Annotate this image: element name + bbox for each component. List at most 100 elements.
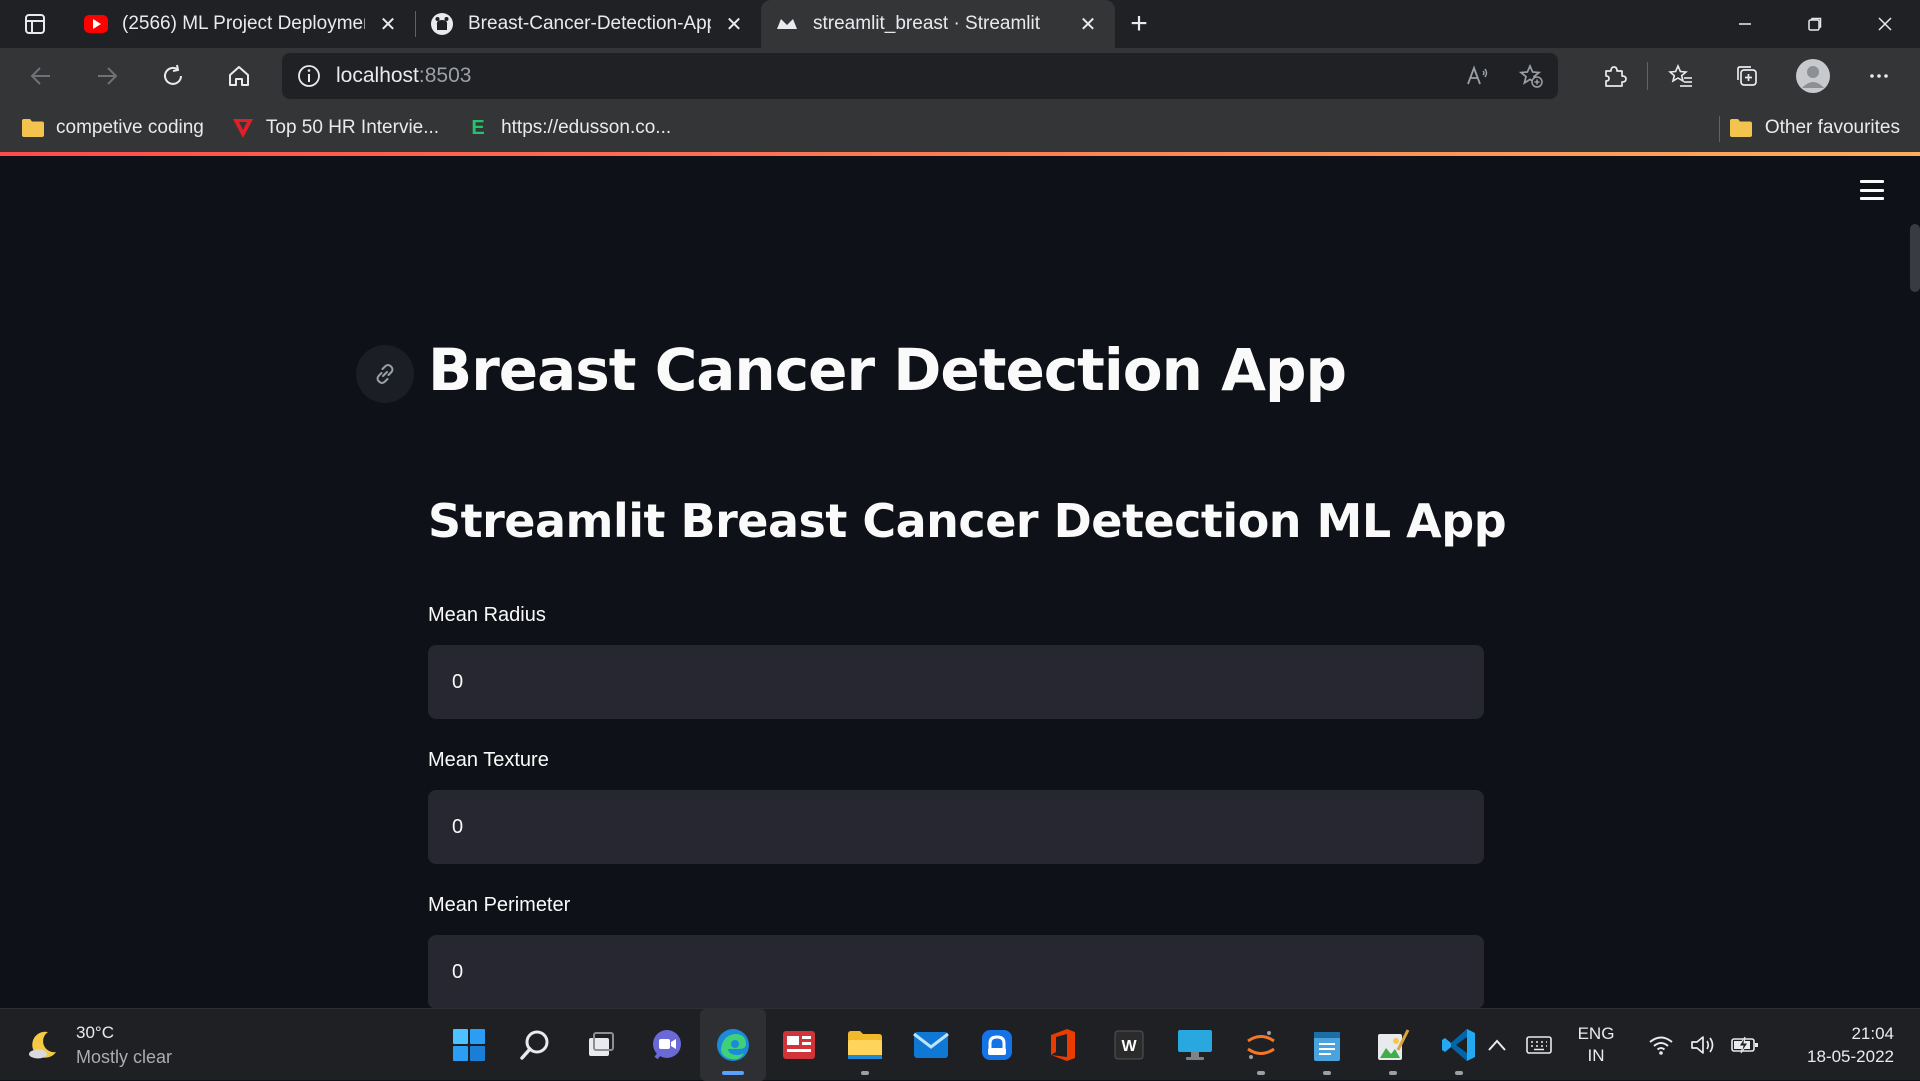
streamlit-icon xyxy=(775,12,799,36)
show-hidden-icons-button[interactable] xyxy=(1476,1009,1518,1081)
home-button[interactable] xyxy=(206,48,272,104)
scrollbar-thumb[interactable] xyxy=(1910,224,1920,292)
mean-radius-label: Mean Radius xyxy=(428,604,546,626)
running-indicator xyxy=(1323,1071,1331,1075)
refresh-button[interactable] xyxy=(140,48,206,104)
close-icon[interactable]: ✕ xyxy=(375,11,401,37)
mail-icon xyxy=(913,1032,949,1058)
clock-time: 21:04 xyxy=(1851,1024,1894,1043)
bookmark-edusson[interactable]: E https://edusson.co... xyxy=(465,108,671,148)
edge-taskbar-button[interactable] xyxy=(700,1009,766,1081)
edge-icon xyxy=(717,1029,749,1061)
puzzle-icon xyxy=(1605,66,1627,87)
star-add-icon xyxy=(1518,63,1543,88)
bookmark-top-50-hr[interactable]: Top 50 HR Intervie... xyxy=(230,108,439,148)
mean-texture-input[interactable] xyxy=(428,790,1484,864)
main-menu-button[interactable] xyxy=(1860,180,1884,200)
tab-youtube[interactable]: (2566) ML Project Deployment U ✕ xyxy=(70,0,415,48)
running-indicator xyxy=(861,1071,869,1075)
address-bar-actions xyxy=(1450,53,1558,99)
battery-status[interactable] xyxy=(1724,1009,1766,1081)
forward-button[interactable] xyxy=(74,48,140,104)
read-aloud-button[interactable] xyxy=(1450,53,1504,99)
weather-widget[interactable]: 30°C Mostly clear xyxy=(26,1021,172,1069)
store-icon xyxy=(982,1030,1012,1060)
window-controls xyxy=(1710,0,1920,48)
teams-chat-button[interactable] xyxy=(634,1009,700,1081)
wifi-status[interactable] xyxy=(1640,1009,1682,1081)
tab-actions-button[interactable] xyxy=(0,0,70,48)
other-favourites[interactable]: Other favourites xyxy=(1729,108,1900,148)
header-anchor-link[interactable] xyxy=(356,345,414,403)
jupyter-button[interactable] xyxy=(1228,1009,1294,1081)
add-favourite-button[interactable] xyxy=(1504,53,1558,99)
restore-icon xyxy=(1808,17,1822,31)
windows-taskbar: 30°C Mostly clear W ENG IN 21:04 18-05-2… xyxy=(0,1008,1920,1081)
notepad-icon xyxy=(1314,1032,1340,1061)
remote-desktop-button[interactable] xyxy=(1162,1009,1228,1081)
more-menu-button[interactable] xyxy=(1846,48,1912,104)
avatar-icon xyxy=(1796,59,1830,93)
word-app-button[interactable]: W xyxy=(1096,1009,1162,1081)
running-indicator xyxy=(1455,1071,1463,1075)
close-window-button[interactable] xyxy=(1850,0,1920,48)
plus-icon: + xyxy=(1130,7,1148,40)
tab-title: (2566) ML Project Deployment U xyxy=(122,13,365,34)
system-clock[interactable]: 21:04 18-05-2022 xyxy=(1774,1022,1894,1068)
close-icon[interactable]: ✕ xyxy=(721,11,747,37)
touch-keyboard-button[interactable] xyxy=(1518,1009,1560,1081)
windows-logo-icon xyxy=(453,1029,485,1061)
streamlit-app: Breast Cancer Detection App Streamlit Br… xyxy=(0,156,1920,1008)
close-icon[interactable]: ✕ xyxy=(1075,11,1101,37)
new-tab-button[interactable]: + xyxy=(1115,0,1163,48)
taskbar-apps: W xyxy=(436,1009,1492,1081)
minimize-button[interactable] xyxy=(1710,0,1780,48)
input-language-indicator[interactable]: ENG IN xyxy=(1560,1023,1632,1067)
store-button[interactable] xyxy=(964,1009,1030,1081)
mean-radius-input[interactable] xyxy=(428,645,1484,719)
wifi-icon xyxy=(1649,1036,1673,1055)
browser-toolbar: localhost:8503 xyxy=(0,48,1920,104)
link-icon xyxy=(376,364,394,384)
url-port: :8503 xyxy=(418,64,472,87)
url-text[interactable]: localhost:8503 xyxy=(336,64,471,88)
bookmark-competive-coding[interactable]: competive coding xyxy=(20,108,204,148)
collections-icon xyxy=(1737,66,1757,86)
refresh-icon xyxy=(164,64,182,85)
tab-actions-icon xyxy=(25,14,45,34)
running-indicator xyxy=(1389,1071,1397,1075)
tab-github[interactable]: Breast-Cancer-Detection-App/ap ✕ xyxy=(416,0,761,48)
start-button[interactable] xyxy=(436,1009,502,1081)
system-tray: ENG IN 21:04 18-05-2022 xyxy=(1476,1009,1920,1081)
collections-button[interactable] xyxy=(1714,48,1780,104)
restore-button[interactable] xyxy=(1780,0,1850,48)
speaker-icon xyxy=(1691,1036,1714,1054)
tab-streamlit[interactable]: streamlit_breast · Streamlit ✕ xyxy=(761,0,1115,48)
language-code: ENG xyxy=(1577,1024,1615,1043)
v-logo-icon xyxy=(230,115,256,141)
notepad-button[interactable] xyxy=(1294,1009,1360,1081)
task-view-button[interactable] xyxy=(568,1009,634,1081)
back-button[interactable] xyxy=(8,48,74,104)
profile-button[interactable] xyxy=(1780,48,1846,104)
file-explorer-button[interactable] xyxy=(832,1009,898,1081)
extensions-button[interactable] xyxy=(1581,48,1647,104)
w-app-icon: W xyxy=(1114,1030,1144,1060)
volume-status[interactable] xyxy=(1682,1009,1724,1081)
keyboard-icon xyxy=(1526,1036,1552,1054)
office-button[interactable] xyxy=(1030,1009,1096,1081)
task-view-icon xyxy=(589,1032,614,1056)
image-editor-button[interactable] xyxy=(1360,1009,1426,1081)
favourites-button[interactable] xyxy=(1648,48,1714,104)
search-button[interactable] xyxy=(502,1009,568,1081)
site-info-icon[interactable] xyxy=(282,63,336,89)
weather-temperature: 30°C xyxy=(76,1023,114,1042)
bookmarks-bar: competive coding Top 50 HR Intervie... E… xyxy=(0,104,1920,152)
address-bar[interactable]: localhost:8503 xyxy=(282,53,1558,99)
mean-perimeter-input[interactable] xyxy=(428,935,1484,1008)
mail-button[interactable] xyxy=(898,1009,964,1081)
news-app-button[interactable] xyxy=(766,1009,832,1081)
hamburger-line xyxy=(1860,180,1884,183)
read-aloud-icon xyxy=(1467,65,1488,85)
forward-arrow-icon xyxy=(98,67,118,85)
